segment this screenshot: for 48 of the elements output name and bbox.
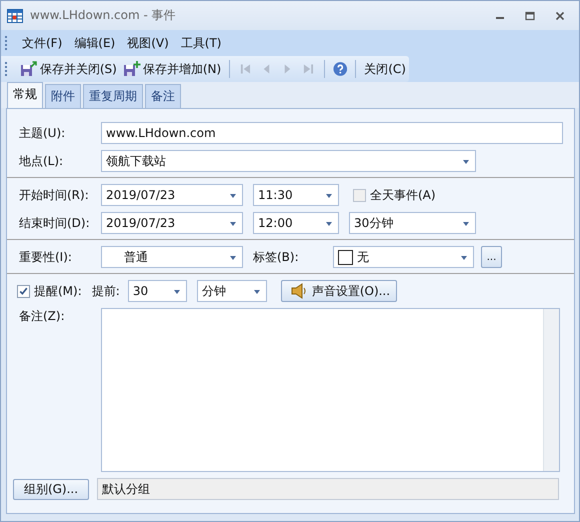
field-label: 地点(L): bbox=[18, 152, 64, 170]
tab[interactable]: 常规 bbox=[7, 82, 43, 108]
save-new-button[interactable]: 保存并增加(N) bbox=[120, 60, 224, 78]
close-icon[interactable] bbox=[555, 10, 565, 20]
field-label: 重要性(I): bbox=[18, 248, 73, 266]
checkbox-label: 全天事件(A) bbox=[370, 186, 436, 204]
unit-dropdown[interactable]: 分钟 bbox=[196, 280, 267, 302]
close-button[interactable]: 关闭(C) bbox=[361, 60, 409, 78]
field-label: 标签(B): bbox=[253, 248, 300, 266]
duration-dropdown[interactable]: 30分钟 bbox=[349, 212, 476, 234]
group-button[interactable]: 组别(G)... bbox=[13, 478, 89, 500]
notes-field[interactable] bbox=[101, 308, 560, 472]
menu-item[interactable]: 文件(F) bbox=[17, 34, 70, 52]
field-label: 主题(U): bbox=[18, 124, 66, 142]
field-label: 结束时间(D): bbox=[18, 214, 91, 232]
subject-field[interactable]: www.LHdown.com bbox=[101, 122, 563, 144]
scrollbar[interactable] bbox=[543, 309, 559, 471]
field-label: 备注(Z): bbox=[18, 308, 66, 325]
tag-dropdown[interactable]: 无 bbox=[333, 246, 474, 268]
date-picker[interactable]: 2019/07/23 bbox=[101, 184, 243, 206]
help-icon[interactable] bbox=[332, 61, 348, 77]
more-button[interactable]: ... bbox=[481, 246, 502, 268]
maximize-icon[interactable] bbox=[525, 10, 535, 20]
menu-item[interactable]: 工具(T) bbox=[176, 34, 228, 52]
speaker-icon bbox=[290, 283, 308, 299]
all-day-checkbox[interactable] bbox=[353, 188, 366, 202]
importance-dropdown[interactable]: 普通 bbox=[101, 246, 243, 268]
menu-item[interactable]: 编辑(E) bbox=[69, 34, 122, 52]
save-arrow-icon bbox=[20, 61, 38, 77]
menu-item[interactable]: 视图(V) bbox=[122, 34, 176, 52]
reminder-checkbox[interactable] bbox=[17, 284, 30, 298]
time-dropdown[interactable]: 12:00 bbox=[253, 212, 339, 234]
save-plus-icon bbox=[122, 61, 141, 77]
time-dropdown[interactable]: 11:30 bbox=[253, 184, 339, 206]
window-title: www.LHdown.com - 事件 bbox=[30, 7, 176, 24]
save-close-button[interactable]: 保存并关闭(S) bbox=[16, 60, 120, 78]
sound-settings-button[interactable]: 声音设置(O)... bbox=[280, 280, 398, 302]
reminder-time-dropdown[interactable]: 30 bbox=[128, 280, 187, 302]
location-dropdown[interactable]: 领航下载站 bbox=[101, 150, 476, 172]
tab[interactable]: 重复周期 bbox=[83, 84, 143, 108]
field-label: 开始时间(R): bbox=[18, 186, 90, 204]
date-picker[interactable]: 2019/07/23 bbox=[101, 212, 243, 234]
field-label: 提前: bbox=[92, 282, 120, 300]
tab[interactable]: 附件 bbox=[45, 84, 81, 108]
group-field: 默认分组 bbox=[97, 478, 559, 500]
calendar-icon bbox=[7, 8, 23, 22]
tab[interactable]: 备注 bbox=[145, 84, 181, 108]
checkbox-label: 提醒(M): bbox=[34, 282, 82, 300]
